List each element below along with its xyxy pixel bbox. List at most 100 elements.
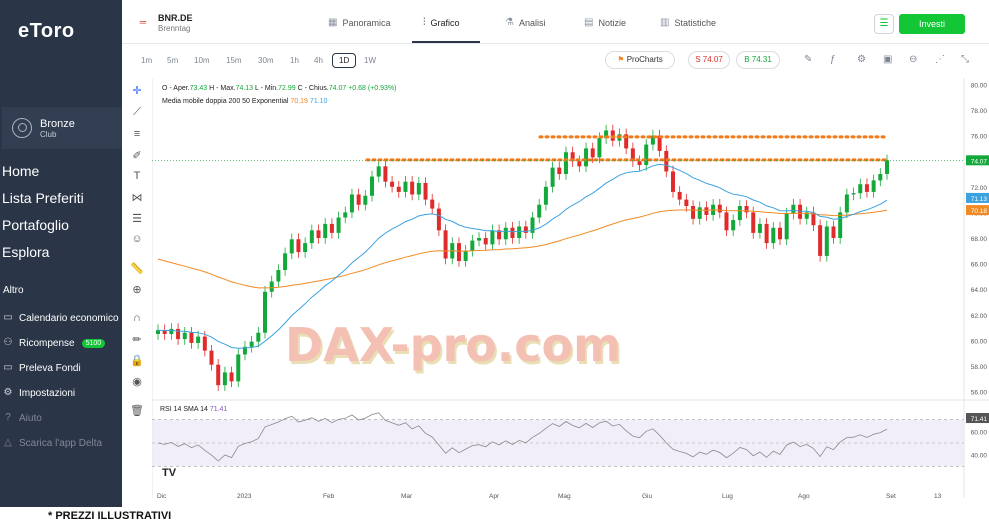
- pattern-icon[interactable]: ⋈: [129, 191, 145, 204]
- buy-button[interactable]: B 74.31: [736, 51, 780, 69]
- list-icon: ☰: [879, 18, 889, 29]
- price-tick-label: 56.00: [971, 390, 988, 397]
- rsi-value-tag: 71.41: [971, 416, 988, 423]
- sidebar-item-settings[interactable]: ⚙ Impostazioni: [2, 387, 76, 399]
- sidebar-item-label: Calendario economico: [19, 312, 119, 324]
- trash-icon[interactable]: 🗑: [129, 404, 145, 417]
- timeframe-10m[interactable]: 10m: [194, 56, 210, 65]
- candle-body: [349, 194, 354, 213]
- ma200-tag: 70.18: [971, 208, 988, 215]
- sidebar-item-home[interactable]: Home: [2, 163, 39, 179]
- candle-body: [871, 180, 876, 192]
- candle-body: [737, 206, 742, 221]
- high-value: 74.13: [235, 85, 254, 92]
- candle-body: [309, 230, 314, 244]
- horizontal-lines-icon[interactable]: ≡: [129, 128, 145, 140]
- share-icon[interactable]: ⋰: [935, 54, 945, 65]
- candle-body: [443, 230, 448, 259]
- save-icon[interactable]: ▣: [883, 54, 892, 65]
- user-club-card[interactable]: Bronze Club: [2, 107, 122, 149]
- x-axis-label: 2023: [237, 493, 252, 500]
- candle-body: [343, 212, 348, 218]
- indicators-icon[interactable]: ƒ: [830, 54, 836, 65]
- timeframe-5m[interactable]: 5m: [167, 56, 178, 65]
- candle-body: [784, 213, 789, 240]
- timeframe-15m[interactable]: 15m: [226, 56, 242, 65]
- candle-body: [189, 332, 194, 343]
- candle-body: [263, 291, 268, 333]
- trendline-icon[interactable]: ⟋: [129, 106, 145, 119]
- draw-pencil-icon[interactable]: ✎: [804, 54, 812, 65]
- sidebar-item-watchlist[interactable]: Lista Preferiti: [2, 190, 84, 206]
- invest-button[interactable]: Investi: [899, 14, 965, 34]
- candle-body: [751, 212, 756, 233]
- pencil-lock-icon[interactable]: ✏: [129, 333, 145, 346]
- candle-body: [383, 166, 388, 182]
- price-tick-label: 66.00: [971, 262, 988, 269]
- crosshair-icon[interactable]: ✛: [129, 84, 145, 97]
- rsi-tick-label: 40.00: [971, 453, 988, 460]
- lock-icon[interactable]: 🔒: [129, 354, 145, 367]
- prochart-button[interactable]: ⚑ ProCharts: [605, 51, 675, 69]
- tab-overview[interactable]: ▦ Panoramica: [328, 17, 390, 28]
- candle-body: [483, 238, 488, 245]
- magnet-icon[interactable]: ∩: [129, 312, 145, 324]
- settings-gear-icon[interactable]: ⚙: [857, 54, 866, 65]
- candle-body: [523, 226, 528, 233]
- x-axis-label: Feb: [323, 493, 335, 500]
- ruler-icon[interactable]: 📏: [129, 262, 145, 275]
- sidebar-item-calendar[interactable]: ▭ Calendario economico: [2, 312, 119, 324]
- zoom-icon[interactable]: ⊕: [129, 283, 145, 296]
- tab-news[interactable]: ▤ Notizie: [584, 17, 626, 28]
- candle-body: [323, 223, 328, 238]
- low-label: L - Min.: [255, 85, 279, 92]
- stats-icon: ▥: [660, 17, 670, 28]
- candle-body: [744, 206, 749, 213]
- candle-body: [717, 204, 722, 213]
- candle-body: [249, 341, 254, 347]
- emoji-icon[interactable]: ☺: [129, 233, 145, 245]
- etoro-logo[interactable]: eToro: [18, 20, 75, 43]
- open-label: O - Aper.: [162, 85, 190, 92]
- sidebar-item-withdraw[interactable]: ▭ Preleva Fondi: [2, 362, 80, 374]
- watchlist-add-button[interactable]: ☰: [874, 14, 894, 34]
- candle-body: [182, 332, 187, 340]
- candle-body: [477, 238, 482, 241]
- price-chart[interactable]: 80.0078.0076.0074.0072.0070.0068.0066.00…: [152, 78, 989, 503]
- timeframe-1h[interactable]: 1h: [290, 56, 299, 65]
- sidebar-item-label: Impostazioni: [19, 387, 76, 399]
- timeframe-30m[interactable]: 30m: [258, 56, 274, 65]
- minus-circle-icon[interactable]: ⊖: [909, 54, 917, 65]
- eye-icon[interactable]: ◉: [129, 375, 145, 388]
- tab-analysis[interactable]: ⚗ Analisi: [505, 17, 545, 28]
- tab-chart[interactable]: ⫶ Grafico: [423, 17, 460, 28]
- timeframe-4h[interactable]: 4h: [314, 56, 323, 65]
- rsi-legend: RSI 14 SMA 14 71.41: [160, 406, 227, 413]
- instrument-header: ═ BNR.DE Brenntag ▦ Panoramica ⫶ Grafico…: [122, 0, 989, 44]
- ohlc-legend: O - Aper.73.43 H - Max.74.13 L - Min.72.…: [162, 85, 396, 92]
- tab-stats[interactable]: ▥ Statistiche: [660, 17, 716, 28]
- sidebar-item-explore[interactable]: Esplora: [2, 244, 49, 260]
- timeframe-1w[interactable]: 1W: [364, 56, 376, 65]
- timeframe-1d[interactable]: 1D: [332, 53, 357, 68]
- x-axis-label: Mag: [558, 493, 571, 500]
- sell-button[interactable]: S 74.07: [688, 51, 730, 69]
- fib-icon[interactable]: ☰: [129, 212, 145, 225]
- candle-body: [202, 336, 207, 351]
- sidebar-item-portfolio[interactable]: Portafoglio: [2, 217, 69, 233]
- sidebar-item-delta-app[interactable]: △ Scarica l'app Delta: [2, 437, 102, 449]
- collapse-icon[interactable]: ⤡: [961, 54, 969, 65]
- tab-label: Grafico: [430, 17, 460, 28]
- candle-body: [704, 207, 709, 215]
- sidebar-item-help[interactable]: ? Aiuto: [2, 412, 42, 424]
- candle-body: [169, 328, 174, 334]
- candle-body: [831, 226, 836, 238]
- timeframe-1m[interactable]: 1m: [141, 56, 152, 65]
- candle-body: [303, 243, 308, 253]
- text-icon[interactable]: T: [129, 170, 145, 182]
- gift-icon: ⚇: [3, 337, 13, 348]
- sidebar-item-rewards[interactable]: ⚇ Ricompense 5100: [2, 337, 106, 349]
- watermark: DAX-pro.com: [285, 318, 622, 372]
- candle-body: [851, 193, 856, 195]
- brush-icon[interactable]: ✐: [129, 149, 145, 162]
